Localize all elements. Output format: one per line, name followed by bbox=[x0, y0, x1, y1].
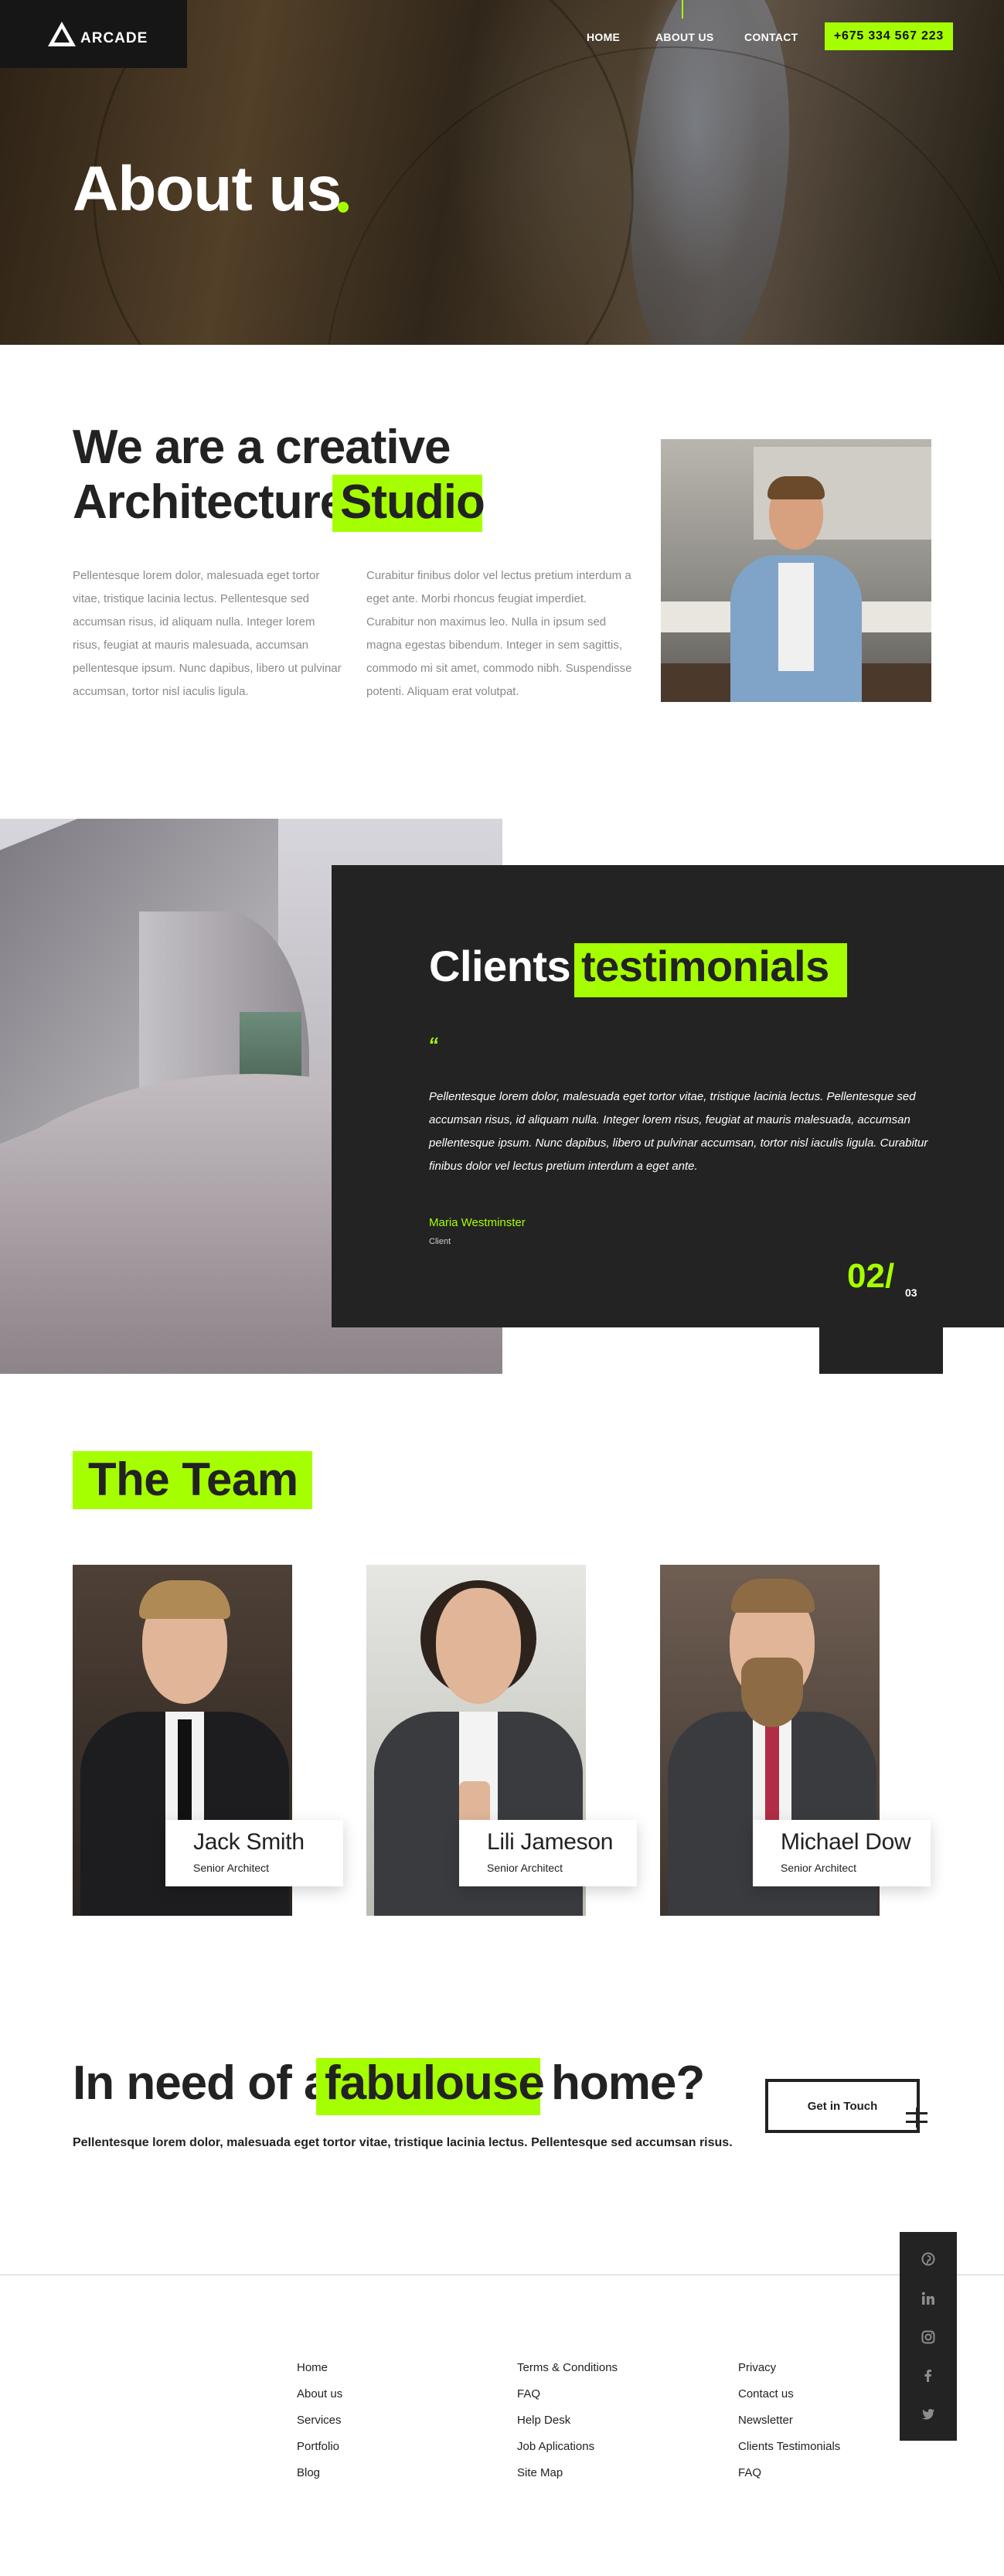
studio-heading-line1: We are a creative bbox=[73, 421, 451, 474]
phone-button[interactable]: +675 334 567 223 bbox=[825, 22, 953, 50]
footer-link[interactable]: Job Aplications bbox=[517, 2439, 618, 2465]
cta-heading-end: home? bbox=[551, 2056, 705, 2110]
logo[interactable]: ARCADE bbox=[0, 0, 187, 68]
facebook-icon[interactable] bbox=[917, 2365, 939, 2387]
footer-column-2: Terms & Conditions FAQ Help Desk Job Apl… bbox=[517, 2360, 618, 2492]
studio-paragraph-1: Pellentesque lorem dolor, malesuada eget… bbox=[73, 569, 342, 698]
photo-detail bbox=[731, 1579, 815, 1613]
footer-link[interactable]: Portfolio bbox=[297, 2439, 342, 2465]
footer-column-1: Home About us Services Portfolio Blog bbox=[297, 2360, 342, 2492]
testimonial-current-index: 02/ bbox=[847, 1257, 895, 1295]
nav-about-us[interactable]: ABOUT US bbox=[655, 31, 714, 43]
testimonial-text: Pellentesque lorem dolor, malesuada eget… bbox=[429, 1090, 928, 1173]
member-name: Lili Jameson bbox=[487, 1829, 614, 1855]
photo-detail bbox=[436, 1588, 521, 1704]
team-member-card[interactable]: Michael Dow Senior Architect bbox=[753, 1820, 931, 1886]
testimonials-heading-highlight: testimonials bbox=[581, 942, 829, 990]
team-member-card[interactable]: Lili Jameson Senior Architect bbox=[459, 1820, 637, 1886]
photo-detail bbox=[767, 476, 825, 499]
nav-contact[interactable]: CONTACT bbox=[744, 31, 798, 43]
testimonial-total: 03 bbox=[905, 1286, 917, 1299]
member-name: Jack Smith bbox=[193, 1829, 305, 1855]
studio-heading-highlight: Studio bbox=[340, 475, 485, 529]
footer-link[interactable]: Blog bbox=[297, 2465, 342, 2492]
testimonial-author: Maria Westminster bbox=[429, 1216, 526, 1229]
get-in-touch-button[interactable]: Get in Touch bbox=[765, 2079, 920, 2133]
footer-link[interactable]: About us bbox=[297, 2387, 342, 2413]
member-role: Senior Architect bbox=[193, 1862, 270, 1874]
pinterest-icon[interactable] bbox=[917, 2248, 939, 2270]
footer-link[interactable]: Help Desk bbox=[517, 2413, 618, 2439]
footer-link[interactable]: Services bbox=[297, 2413, 342, 2439]
footer-link[interactable]: Newsletter bbox=[738, 2413, 840, 2439]
cta-heading-highlight: fabulouse bbox=[325, 2056, 545, 2110]
title-accent-dot bbox=[338, 202, 349, 213]
linkedin-icon[interactable] bbox=[917, 2288, 939, 2309]
footer-link[interactable]: FAQ bbox=[517, 2387, 618, 2413]
cta-subtitle: Pellentesque lorem dolor, malesuada eget… bbox=[73, 2136, 733, 2149]
twitter-icon[interactable] bbox=[917, 2404, 939, 2425]
footer-link[interactable]: Terms & Conditions bbox=[517, 2360, 618, 2387]
page-title: About us bbox=[73, 154, 342, 224]
team-member-card[interactable]: Jack Smith Senior Architect bbox=[165, 1820, 343, 1886]
cta-heading-start: In need of a bbox=[73, 2056, 330, 2110]
footer-link[interactable]: Site Map bbox=[517, 2465, 618, 2492]
photo-detail bbox=[139, 1580, 230, 1619]
footer-link[interactable]: Privacy bbox=[738, 2360, 840, 2387]
member-role: Senior Architect bbox=[487, 1862, 563, 1874]
footer-column-3: Privacy Contact us Newsletter Clients Te… bbox=[738, 2360, 840, 2492]
testimonials-heading: Clients bbox=[429, 942, 571, 990]
studio-photo bbox=[661, 439, 931, 702]
footer-divider bbox=[0, 2274, 1004, 2275]
photo-detail bbox=[741, 1658, 803, 1727]
footer-link[interactable]: FAQ bbox=[738, 2465, 840, 2492]
footer-link[interactable]: Contact us bbox=[738, 2387, 840, 2413]
member-name: Michael Dow bbox=[781, 1829, 911, 1855]
triangle-logo-icon bbox=[48, 22, 76, 46]
testimonial-role: Client bbox=[429, 1237, 451, 1246]
active-nav-indicator bbox=[682, 0, 683, 19]
footer-link[interactable]: Clients Testimonials bbox=[738, 2439, 840, 2465]
photo-detail bbox=[778, 563, 814, 671]
instagram-icon[interactable] bbox=[917, 2326, 939, 2348]
quote-icon: “ bbox=[428, 1033, 438, 1056]
footer-link[interactable]: Home bbox=[297, 2360, 342, 2387]
team-heading: The Team bbox=[88, 1453, 298, 1505]
member-role: Senior Architect bbox=[781, 1862, 857, 1874]
studio-paragraph-2: Curabitur finibus dolor vel lectus preti… bbox=[366, 569, 632, 698]
decorative-lines-icon bbox=[906, 2107, 927, 2128]
studio-heading-line2: Architecture bbox=[73, 475, 346, 529]
logo-text: ARCADE bbox=[80, 30, 148, 46]
nav-home[interactable]: HOME bbox=[587, 31, 620, 43]
